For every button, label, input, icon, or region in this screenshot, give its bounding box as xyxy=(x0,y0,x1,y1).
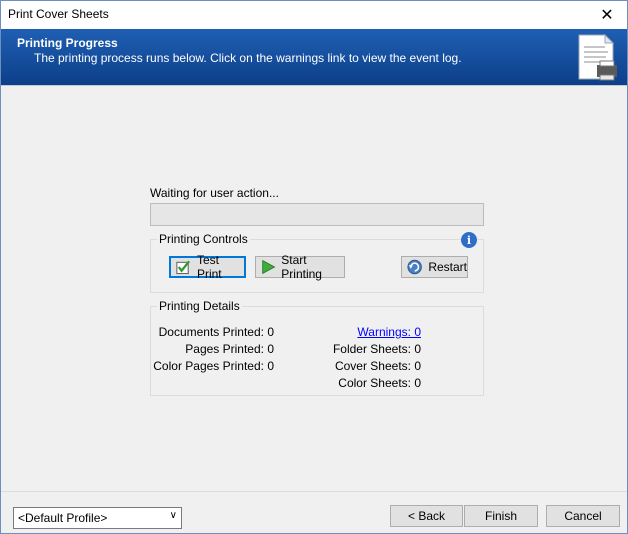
restart-icon xyxy=(407,259,422,275)
restart-button[interactable]: Restart xyxy=(401,256,468,278)
print-cover-sheets-dialog: Print Cover Sheets ✕ Printing Progress T… xyxy=(0,0,628,534)
banner-subtitle: The printing process runs below. Click o… xyxy=(34,51,462,65)
warnings-link-row: Warnings: 0 xyxy=(241,325,421,339)
start-printing-label: Start Printing xyxy=(281,253,322,281)
document-printer-icon xyxy=(578,33,617,81)
restart-label: Restart xyxy=(428,260,467,274)
footer-divider xyxy=(1,491,627,492)
test-print-button[interactable]: Test Print xyxy=(169,253,246,281)
folder-sheets: Folder Sheets: 0 xyxy=(332,342,421,356)
back-label: < Back xyxy=(407,509,446,523)
progress-bar xyxy=(150,203,484,226)
finish-button[interactable]: Finish xyxy=(464,505,538,527)
cancel-label: Cancel xyxy=(564,509,602,523)
checklist-icon xyxy=(176,260,190,275)
test-print-label: Test Print xyxy=(196,253,222,281)
printing-details-title: Printing Details xyxy=(157,299,242,313)
cover-sheets: Cover Sheets: 0 xyxy=(334,359,421,373)
profile-selected-value: <Default Profile> xyxy=(18,511,108,525)
status-text: Waiting for user action... xyxy=(150,186,279,200)
header-banner: Printing Progress The printing process r… xyxy=(1,29,627,85)
finish-label: Finish xyxy=(484,509,517,523)
warnings-link[interactable]: Warnings: 0 xyxy=(357,325,421,339)
printing-controls-title: Printing Controls xyxy=(157,232,250,246)
info-icon[interactable]: i xyxy=(461,232,477,248)
chevron-down-icon: ∨ xyxy=(169,510,177,521)
title-bar: Print Cover Sheets ✕ xyxy=(1,1,627,29)
window-title: Print Cover Sheets xyxy=(8,7,109,21)
color-sheets: Color Sheets: 0 xyxy=(338,376,421,390)
banner-title: Printing Progress xyxy=(17,36,118,50)
play-icon xyxy=(262,259,276,275)
close-icon[interactable]: ✕ xyxy=(587,1,627,29)
profile-dropdown[interactable]: <Default Profile> ∨ xyxy=(13,507,182,529)
start-printing-button[interactable]: Start Printing xyxy=(255,253,345,281)
cancel-button[interactable]: Cancel xyxy=(546,505,620,527)
back-button[interactable]: < Back xyxy=(390,505,463,527)
banner-divider xyxy=(1,85,627,86)
